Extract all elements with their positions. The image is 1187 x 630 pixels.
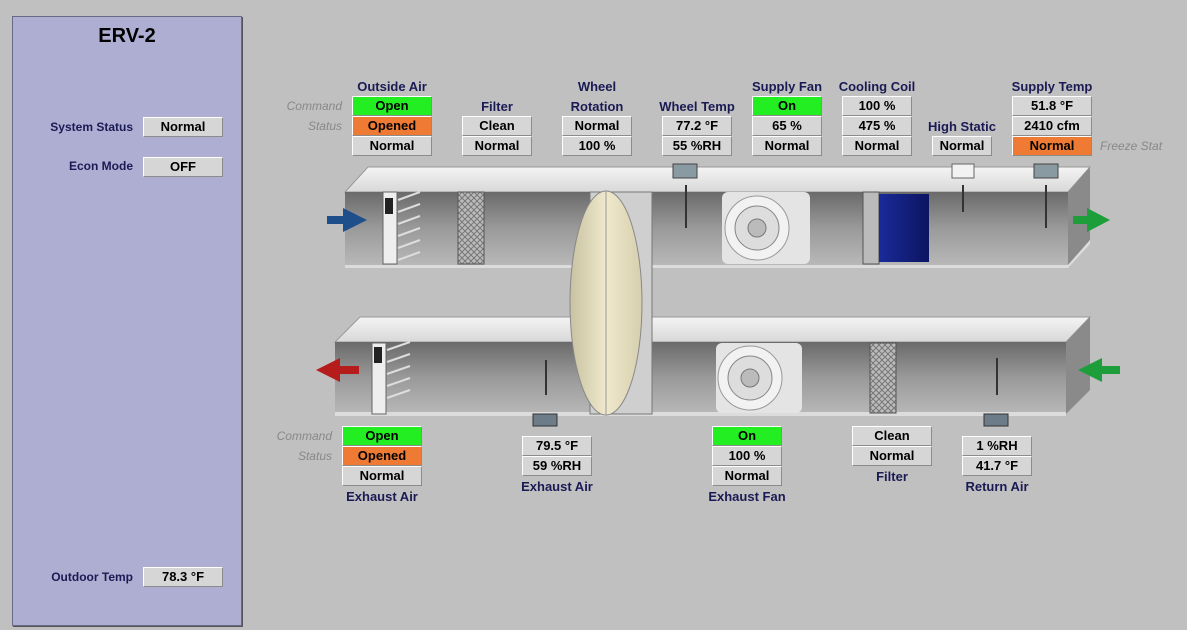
wheel-title: Wheel	[577, 79, 617, 94]
freeze-stat-label: Freeze Stat	[1100, 139, 1163, 153]
return-air-title: Return Air	[965, 479, 1029, 494]
exhaust-filter-alarm[interactable]: Normal	[852, 446, 932, 466]
exhaust-air-command[interactable]: Open	[342, 426, 422, 446]
status-row-label: Status	[307, 119, 342, 133]
exhaust-fan-alarm[interactable]: Normal	[712, 466, 782, 486]
outside-air-status[interactable]: Opened	[352, 116, 432, 136]
supply-filter-status[interactable]: Clean	[462, 116, 532, 136]
supply-fan-title: Supply Fan	[751, 79, 823, 94]
outside-air-command[interactable]: Open	[352, 96, 432, 116]
exhaust-air-damper-title: Exhaust Air	[346, 489, 418, 504]
filter-icon	[457, 191, 485, 265]
freeze-stat-status[interactable]: Normal	[1012, 136, 1092, 156]
supply-airflow-value[interactable]: 2410 cfm	[1012, 116, 1092, 136]
return-air-temp[interactable]: 41.7 °F	[962, 456, 1032, 476]
wheel-temp-title: Wheel Temp	[659, 99, 735, 114]
exhaust-fan-command[interactable]: On	[712, 426, 782, 446]
exhaust-air-humidity[interactable]: 59 %RH	[522, 456, 592, 476]
supply-filter-title: Filter	[481, 99, 513, 114]
cooling-coil-valve[interactable]: 100 %	[842, 96, 912, 116]
cooling-coil-title: Cooling Coil	[838, 79, 916, 94]
supply-filter-alarm[interactable]: Normal	[462, 136, 532, 156]
supply-fan-alarm[interactable]: Normal	[752, 136, 822, 156]
exhaust-filter-title: Filter	[876, 469, 908, 484]
wheel-speed[interactable]: 100 %	[562, 136, 632, 156]
wheel-humidity-value[interactable]: 55 %RH	[662, 136, 732, 156]
exhaust-air-sensor-title: Exhaust Air	[521, 479, 593, 494]
wheel-rotation-status[interactable]: Normal	[562, 116, 632, 136]
return-air-humidity[interactable]: 1 %RH	[962, 436, 1032, 456]
exhaust-air-alarm[interactable]: Normal	[342, 466, 422, 486]
exhaust-command-row-label: Command	[276, 429, 332, 443]
exhaust-fan-title: Exhaust Fan	[708, 489, 786, 504]
supply-fan-command[interactable]: On	[752, 96, 822, 116]
wheel-temp-value[interactable]: 77.2 °F	[662, 116, 732, 136]
exhaust-filter-status[interactable]: Clean	[852, 426, 932, 446]
exhaust-status-row-label: Status	[297, 449, 332, 463]
exhaust-fan-speed[interactable]: 100 %	[712, 446, 782, 466]
outside-air-title: Outside Air	[357, 79, 427, 94]
fan-icon	[722, 192, 810, 264]
outside-air-alarm[interactable]: Normal	[352, 136, 432, 156]
cooling-coil-icon	[862, 191, 929, 265]
exhaust-air-temp[interactable]: 79.5 °F	[522, 436, 592, 456]
command-row-label: Command	[286, 99, 342, 113]
filter-icon	[869, 342, 897, 414]
exhaust-air-status[interactable]: Opened	[342, 446, 422, 466]
exhaust-duct	[333, 316, 1092, 416]
wheel-rotation-title: Rotation	[570, 99, 624, 114]
fan-icon	[716, 343, 802, 413]
high-static-title: High Static	[928, 119, 996, 134]
cooling-coil-alarm[interactable]: Normal	[842, 136, 912, 156]
supply-fan-speed[interactable]: 65 %	[752, 116, 822, 136]
energy-wheel-icon	[569, 190, 653, 416]
supply-duct	[343, 166, 1092, 268]
cooling-coil-flow[interactable]: 475 %	[842, 116, 912, 136]
supply-temp-value[interactable]: 51.8 °F	[1012, 96, 1092, 116]
erv-duct-graphic	[316, 163, 1120, 427]
supply-temp-title: Supply Temp	[1011, 79, 1093, 94]
high-static-status[interactable]: Normal	[932, 136, 992, 156]
